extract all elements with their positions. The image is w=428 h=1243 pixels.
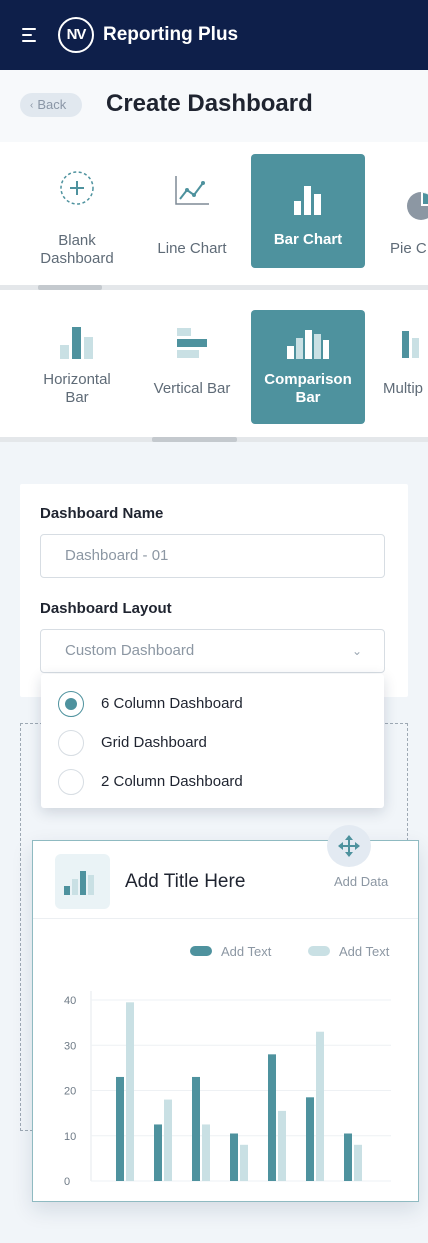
move-drag-handle[interactable] [327, 825, 371, 867]
layout-option-label: Grid Dashboard [101, 734, 207, 751]
chart-type-label: Bar Chart [273, 231, 343, 248]
page-title: Create Dashboard [106, 90, 313, 117]
radio-unselected-icon[interactable] [58, 769, 84, 795]
bar-series-1[interactable] [268, 1054, 276, 1181]
add-circle-icon [60, 171, 94, 205]
chart-type-label: Line Chart [157, 240, 227, 257]
back-button-label: Back [37, 97, 67, 112]
dashboard-name-placeholder: Dashboard - 01 [65, 547, 169, 564]
chart-type-pie-chart[interactable]: Pie C [366, 154, 428, 268]
chevron-left-icon: ‹ [30, 100, 34, 111]
bar-chart-icon [294, 186, 321, 215]
move-icon [338, 835, 360, 857]
bar-series-1[interactable] [154, 1124, 162, 1181]
layout-option-label: 2 Column Dashboard [101, 773, 243, 790]
app-name: Reporting Plus [103, 24, 239, 45]
page-header: ‹ Back Create Dashboard [0, 70, 428, 142]
chevron-down-icon: ⌄ [351, 644, 362, 658]
add-data-button[interactable]: Add Data [334, 874, 388, 889]
chart-type-bar-chart[interactable]: Bar Chart [251, 154, 365, 268]
dashboard-layout-select[interactable]: Custom Dashboard ⌄ [40, 629, 385, 673]
y-tick-label: 40 [64, 995, 76, 1007]
vertical-bar-icon [177, 328, 207, 358]
chart-widget-card[interactable]: Add Title Here Add Data Add Text Add Tex… [32, 840, 419, 1202]
legend-swatch [308, 946, 330, 956]
bar-type-selector: Horizontal Bar Vertical Bar Comparison Bar… [0, 290, 428, 442]
legend-swatch [190, 946, 212, 956]
bar-type-scrollbar-thumb[interactable] [152, 437, 237, 442]
chart-type-label: Pie C [390, 240, 427, 257]
layout-option-label: 6 Column Dashboard [101, 695, 243, 712]
chart-type-line-chart[interactable]: Line Chart [135, 154, 249, 268]
chart-type-label: Blank Dashboard [40, 232, 114, 267]
bar-series-2[interactable] [164, 1099, 172, 1181]
bar-series-2[interactable] [240, 1144, 248, 1181]
chart-widget-icon-box [55, 854, 110, 909]
bar-type-label: Horizontal Bar [43, 371, 111, 406]
multiple-bar-icon [402, 331, 419, 358]
y-tick-label: 30 [64, 1040, 76, 1052]
line-chart-icon [175, 176, 209, 205]
layout-dropdown-menu: 6 Column Dashboard Grid Dashboard 2 Colu… [41, 674, 384, 808]
bar-series-2[interactable] [316, 1031, 324, 1181]
dashboard-form: Dashboard Name Dashboard - 01 Dashboard … [20, 484, 408, 697]
bar-type-comparison-bar[interactable]: Comparison Bar [251, 310, 365, 424]
bar-series-2[interactable] [278, 1110, 286, 1181]
bar-series-1[interactable] [116, 1076, 124, 1181]
hamburger-menu-icon[interactable] [22, 28, 38, 42]
dashboard-name-input[interactable]: Dashboard - 01 [40, 534, 385, 578]
dashboard-layout-value: Custom Dashboard [65, 642, 195, 659]
y-tick-label: 0 [64, 1176, 70, 1188]
bar-type-multiple-bar[interactable]: Multip [366, 310, 428, 424]
chart-widget-title[interactable]: Add Title Here [125, 871, 245, 893]
chart-type-selector: Blank Dashboard Line Chart Bar Chart Pie … [0, 142, 428, 290]
bar-type-label: Vertical Bar [153, 380, 231, 397]
bar-type-label: Multip [383, 380, 424, 397]
y-tick-label: 20 [64, 1086, 76, 1098]
legend-label: Add Text [339, 944, 390, 959]
radio-selected-icon[interactable] [58, 691, 84, 717]
horizontal-bar-icon [60, 327, 93, 359]
bar-type-vertical-bar[interactable]: Vertical Bar [135, 310, 249, 424]
bar-series-2[interactable] [354, 1144, 362, 1181]
bar-chart-plot: 0 10 20 30 40 [64, 991, 391, 1188]
top-navbar: NV Reporting Plus [0, 0, 428, 70]
legend-label: Add Text [221, 944, 272, 959]
radio-unselected-icon[interactable] [58, 730, 84, 756]
dashboard-layout-label: Dashboard Layout [40, 600, 172, 617]
brand-logo: NV [58, 17, 94, 53]
bar-type-horizontal-bar[interactable]: Horizontal Bar [20, 310, 134, 424]
comparison-bar-icon [64, 871, 94, 895]
pie-chart-icon [407, 192, 428, 220]
y-tick-label: 10 [64, 1131, 76, 1143]
bar-type-label: Comparison Bar [264, 371, 352, 406]
chart-type-blank-dashboard[interactable]: Blank Dashboard [20, 154, 134, 268]
bar-type-scrollbar[interactable] [0, 437, 428, 442]
bar-series-1[interactable] [192, 1076, 200, 1181]
bar-series-2[interactable] [202, 1124, 210, 1181]
comparison-bar-icon [287, 330, 329, 359]
bar-series-1[interactable] [344, 1133, 352, 1182]
back-button[interactable]: ‹ Back [20, 93, 82, 117]
bar-series-1[interactable] [306, 1097, 314, 1181]
dashboard-name-label: Dashboard Name [40, 505, 164, 522]
bar-series-1[interactable] [230, 1133, 238, 1182]
bar-series-2[interactable] [126, 1002, 134, 1181]
